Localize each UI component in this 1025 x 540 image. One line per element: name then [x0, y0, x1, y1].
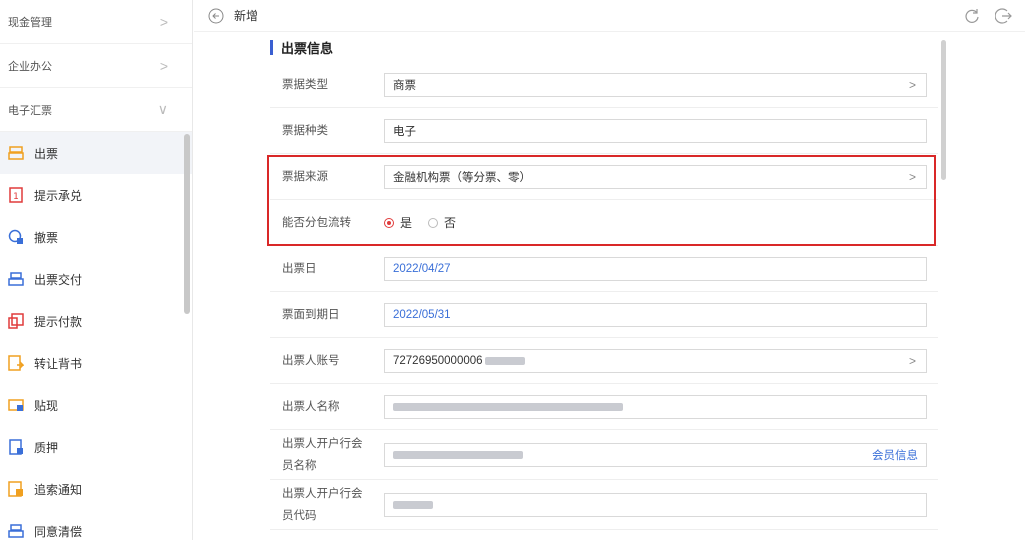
- acceptance-icon: 1: [8, 187, 24, 203]
- form-row-drawer-account: 出票人账号 72726950000006 >: [270, 338, 938, 384]
- page-title: 新增: [234, 9, 259, 23]
- form-row-drawer-bank-code: 出票人开户行会员代码: [270, 480, 938, 530]
- field-value: 电子: [393, 125, 416, 138]
- due-date-input[interactable]: 2022/05/31: [384, 302, 927, 327]
- sidebar-group-office[interactable]: 企业办公 >: [0, 44, 192, 88]
- sidebar-group-label: 现金管理: [8, 16, 52, 29]
- sidebar-group-label: 企业办公: [8, 60, 52, 73]
- field-label: 出票人开户行会员名称: [282, 437, 363, 472]
- pledge-icon: [8, 439, 24, 455]
- sidebar-item-discount[interactable]: 贴现: [0, 384, 192, 426]
- redacted-text: [393, 500, 433, 509]
- sidebar-item-delivery[interactable]: 出票交付: [0, 258, 192, 300]
- field-value: 72726950000006: [393, 354, 483, 367]
- drawer-account-select[interactable]: 72726950000006 >: [384, 348, 927, 373]
- sidebar-item-endorse[interactable]: 转让背书: [0, 342, 192, 384]
- refresh-icon[interactable]: [963, 7, 981, 28]
- sidebar-item-issue[interactable]: 出票: [0, 132, 192, 174]
- sidebar-item-label: 提示承兑: [34, 188, 83, 203]
- bill-kind-field[interactable]: 电子: [384, 118, 927, 143]
- drawer-name-field[interactable]: [384, 394, 927, 419]
- sidebar-item-label: 贴现: [34, 398, 59, 413]
- bill-type-select[interactable]: 商票 >: [384, 72, 927, 97]
- form-row-drawer-bank-name: 出票人开户行会员名称 会员信息: [270, 430, 938, 480]
- top-actions: [963, 7, 1013, 28]
- section-accent-bar: [270, 40, 273, 55]
- field-label: 票据类型: [282, 78, 328, 91]
- sidebar-item-pledge[interactable]: 质押: [0, 426, 192, 468]
- field-value: 2022/04/27: [393, 262, 451, 275]
- sidebar-item-label: 出票: [34, 146, 59, 161]
- sidebar-item-label: 转让背书: [34, 356, 83, 371]
- sidebar-item-payment[interactable]: 提示付款: [0, 300, 192, 342]
- chevron-down-icon: ∨: [157, 101, 168, 117]
- sidebar-group-ebill[interactable]: 电子汇票 ∨: [0, 88, 192, 132]
- form-row-bill-type: 票据类型 商票 >: [270, 62, 938, 108]
- drawer-bank-name-field[interactable]: 会员信息: [384, 442, 927, 467]
- field-value: 商票: [393, 79, 416, 92]
- chevron-right-icon: >: [908, 353, 916, 368]
- settle-icon: [8, 523, 24, 539]
- recourse-icon: [8, 481, 24, 497]
- form-row-drawer-name: 出票人名称: [270, 384, 938, 430]
- endorse-icon: [8, 355, 24, 371]
- revoke-icon: [8, 229, 24, 245]
- form-row-due-date: 票面到期日 2022/05/31: [270, 292, 938, 338]
- section-header: 出票信息: [270, 38, 333, 57]
- drawer-bank-code-field[interactable]: [384, 492, 927, 517]
- delivery-icon: [8, 271, 24, 287]
- field-label: 票面到期日: [282, 308, 340, 321]
- sidebar-item-label: 撤票: [34, 230, 59, 245]
- sidebar-item-label: 同意清偿: [34, 524, 83, 539]
- top-bar: 新增: [194, 0, 1025, 32]
- main-content: 出票信息 票据类型 商票 > 票据种类 电子 票据来源 金融机构票（等分票、零）…: [194, 32, 1025, 540]
- sidebar: 现金管理 > 企业办公 > 电子汇票 ∨ 出票 1 提示承兑 撤票 出票交付 提…: [0, 0, 193, 540]
- field-label: 票据种类: [282, 124, 328, 137]
- sidebar-group-label: 电子汇票: [8, 104, 52, 117]
- field-label: 出票人账号: [282, 354, 340, 367]
- member-info-link[interactable]: 会员信息: [872, 447, 918, 463]
- chevron-right-icon: >: [159, 57, 168, 74]
- sidebar-group-cash[interactable]: 现金管理 >: [0, 0, 192, 44]
- sidebar-scrollbar[interactable]: [184, 134, 190, 314]
- sidebar-item-label: 追索通知: [34, 482, 83, 497]
- redacted-text: [393, 450, 523, 459]
- redacted-text: [484, 356, 525, 365]
- highlight-box: [267, 155, 936, 246]
- chevron-right-icon: >: [159, 13, 168, 30]
- back-icon[interactable]: [208, 8, 224, 24]
- sidebar-item-label: 出票交付: [34, 272, 83, 287]
- payment-icon: [8, 313, 24, 329]
- sidebar-item-label: 质押: [34, 440, 59, 455]
- form-row-bill-kind: 票据种类 电子: [270, 108, 938, 154]
- form-row-issue-date: 出票日 2022/04/27: [270, 246, 938, 292]
- sidebar-item-revoke[interactable]: 撤票: [0, 216, 192, 258]
- section-title: 出票信息: [281, 41, 334, 56]
- exit-icon[interactable]: [994, 7, 1013, 28]
- chevron-right-icon: >: [908, 77, 916, 92]
- discount-icon: [8, 397, 24, 413]
- sidebar-item-label: 提示付款: [34, 314, 83, 329]
- sidebar-item-settle[interactable]: 同意清偿: [0, 510, 192, 540]
- content-scrollbar[interactable]: [941, 40, 946, 180]
- redacted-text: [393, 402, 623, 411]
- field-label: 出票人开户行会员代码: [282, 487, 363, 522]
- field-value: 2022/05/31: [393, 308, 451, 321]
- sidebar-item-recourse[interactable]: 追索通知: [0, 468, 192, 510]
- issue-date-input[interactable]: 2022/04/27: [384, 256, 927, 281]
- field-label: 出票人名称: [282, 400, 340, 413]
- svg-text:1: 1: [13, 192, 19, 202]
- issue-bill-icon: [8, 145, 24, 161]
- issue-form: 票据类型 商票 > 票据种类 电子 票据来源 金融机构票（等分票、零） > 能否…: [270, 62, 938, 530]
- field-label: 出票日: [282, 262, 317, 275]
- sidebar-item-acceptance[interactable]: 1 提示承兑: [0, 174, 192, 216]
